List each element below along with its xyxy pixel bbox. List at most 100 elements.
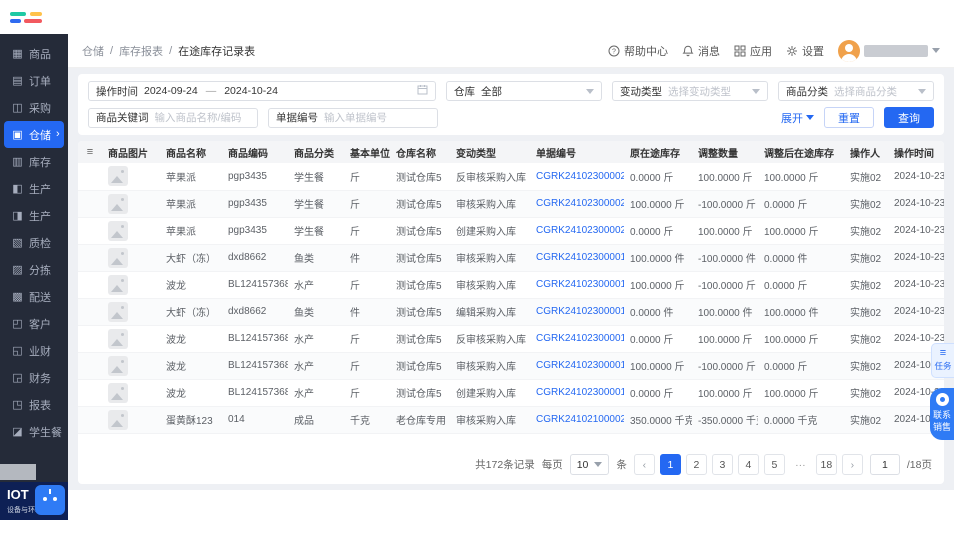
keyword-input[interactable]: 商品关键词 输入商品名称/编码	[88, 107, 258, 128]
sidebar-item-delivery[interactable]: ▩ 配送	[4, 283, 64, 310]
cell-after: 0.0000 斤	[758, 190, 844, 218]
change-type-label: 变动类型	[620, 85, 662, 98]
cell-category: 水产	[288, 325, 344, 353]
cell-operator: 实施02	[844, 325, 888, 353]
date-range-picker[interactable]: 操作时间 2024-09-24 — 2024-10-24	[88, 81, 436, 101]
table-row[interactable]: 波龙 BL124157368 水产斤测试仓库5 审核采购入库 CGRK241023000…	[78, 271, 944, 299]
pager-page-18[interactable]: 18	[815, 454, 837, 475]
sidebar-item-quality[interactable]: ▧ 质检	[4, 229, 64, 256]
pagination-bar: 共172条记录 每页 10 条 ‹ 1 2 3 4 5 ··· 18 › 1 /18页	[78, 445, 944, 484]
product-image-cell	[102, 244, 160, 272]
category-select[interactable]: 商品分类 选择商品分类	[778, 81, 934, 101]
purchase-icon: ◫	[12, 102, 23, 114]
breadcrumb-separator: /	[169, 44, 173, 57]
breadcrumb-item-inventory-reports[interactable]: 库存报表	[119, 43, 163, 59]
cell-category: 成品	[288, 406, 344, 434]
sidebar-item-orders[interactable]: ▤ 订单	[4, 67, 64, 94]
sidebar-item-warehouse[interactable]: ▣ 仓储 ›	[4, 121, 64, 148]
table-row[interactable]: 苹果派 pgp3435 学生餐斤测试仓库5 反审核采购入库 CGRK2410230000…	[78, 163, 944, 191]
doc-no-label: 单据编号	[276, 112, 318, 124]
doc-no-input[interactable]: 单据编号 输入单据编号	[268, 107, 438, 128]
cell-change_type: 审核采购入库	[450, 271, 530, 299]
sidebar-item-student-meal[interactable]: ◪ 学生餐	[4, 418, 64, 445]
table-row[interactable]: 蛋黄酥123 014 成品 千克 老仓库专用 审核采购入库 CGRK24102100002 3…	[78, 406, 944, 434]
cell-code: pgp3435	[222, 217, 288, 245]
doc-no-link[interactable]: CGRK24102300002	[536, 198, 624, 209]
cell-time: 2024-10-23 17:44	[888, 163, 944, 191]
cell-warehouse: 测试仓库5	[390, 379, 450, 407]
chevron-down-icon	[806, 115, 814, 120]
doc-no-link[interactable]: CGRK24102100002	[536, 414, 624, 425]
chevron-down-icon	[594, 462, 603, 467]
pager-page-2[interactable]: 2	[685, 454, 707, 475]
sidebar-item-goods[interactable]: ▦ 商品	[4, 40, 64, 67]
breadcrumb-item-warehouse[interactable]: 仓储	[82, 43, 104, 59]
keyword-placeholder: 输入商品名称/编码	[154, 112, 242, 124]
doc-no-link[interactable]: CGRK24102300001	[536, 306, 624, 317]
iot-section[interactable]: IOT 设备与环境	[0, 482, 68, 520]
doc-no-link[interactable]: CGRK24102300001	[536, 252, 624, 263]
sidebar-item-reports[interactable]: ◳ 报表	[4, 391, 64, 418]
table-row[interactable]: 苹果派 pgp3435 学生餐斤测试仓库5 审核采购入库 CGRK24102300002…	[78, 190, 944, 218]
cell-before: 100.0000 斤	[624, 190, 692, 218]
cell-after: 100.0000 斤	[758, 163, 844, 191]
sidebar-item-label: 客户	[29, 318, 51, 331]
sidebar-item-purchase[interactable]: ◫ 采购	[4, 94, 64, 121]
change-type-select[interactable]: 变动类型 选择变动类型	[612, 81, 768, 101]
table-row[interactable]: 苹果派 pgp3435 学生餐斤测试仓库5 创建采购入库 CGRK24102300002…	[78, 217, 944, 245]
sidebar-item-finance[interactable]: ◲ 财务	[4, 364, 64, 391]
pager-ellipsis: ···	[789, 454, 811, 475]
pager-prev-button[interactable]: ‹	[633, 454, 655, 475]
sidebar-item-production-2[interactable]: ◨ 生产	[4, 202, 64, 229]
contact-sales-float-button[interactable]: 联系销售	[930, 388, 954, 441]
sidebar-item-customer[interactable]: ◰ 客户	[4, 310, 64, 337]
expand-filters-button[interactable]: 展开	[781, 110, 814, 126]
doc-no-link[interactable]: CGRK24102300001	[536, 387, 624, 398]
cell-operator: 实施02	[844, 379, 888, 407]
query-button[interactable]: 查询	[884, 107, 934, 128]
table-row[interactable]: 波龙 BL124157368 水产斤测试仓库5 创建采购入库 CGRK241023000…	[78, 379, 944, 407]
table-row[interactable]: 大虾（冻） dxd8662 鱼类件测试仓库5 审核采购入库 CGRK2410230000…	[78, 244, 944, 272]
page-jump-input[interactable]: 1	[869, 454, 900, 475]
doc-no-link[interactable]: CGRK24102300001	[536, 279, 624, 290]
doc-no-link[interactable]: CGRK24102300002	[536, 225, 624, 236]
table-row[interactable]: 波龙 BL124157368 水产斤测试仓库5 审核采购入库 CGRK241023000…	[78, 352, 944, 380]
doc-no-link[interactable]: CGRK24102300001	[536, 360, 624, 371]
cell-operator: 实施02	[844, 163, 888, 191]
per-page-select[interactable]: 10	[569, 454, 610, 475]
reset-button[interactable]: 重置	[824, 107, 874, 128]
warehouse-select[interactable]: 仓库 全部	[446, 81, 602, 101]
table-row[interactable]: 大虾（冻） dxd8662 鱼类件测试仓库5 编辑采购入库 CGRK2410230000…	[78, 298, 944, 326]
cell-name: 波龙	[160, 325, 222, 353]
column-settings-icon[interactable]: ≡	[78, 141, 102, 163]
column-header: 变动类型	[450, 141, 530, 163]
cell-adjust: 100.0000 斤	[692, 325, 758, 353]
apps-button[interactable]: 应用	[734, 43, 772, 59]
pager-page-5[interactable]: 5	[763, 454, 785, 475]
pager-page-4[interactable]: 4	[737, 454, 759, 475]
page-jump-suffix: /18页	[906, 459, 932, 471]
sidebar-item-inventory[interactable]: ▥ 库存	[4, 148, 64, 175]
cell-before: 100.0000 件	[624, 244, 692, 272]
sidebar-item-biz-finance[interactable]: ◱ 业财	[4, 337, 64, 364]
messages-button[interactable]: 消息	[682, 43, 720, 59]
help-center-button[interactable]: ? 帮助中心	[608, 43, 668, 59]
sidebar-item-sorting[interactable]: ▨ 分拣	[4, 256, 64, 283]
product-image-placeholder	[108, 328, 128, 349]
chevron-down-icon	[586, 88, 594, 94]
settings-button[interactable]: 设置	[786, 43, 824, 59]
task-float-button[interactable]: ≡ 任务	[931, 343, 954, 378]
messages-label: 消息	[698, 45, 720, 58]
cell-before: 0.0000 斤	[624, 379, 692, 407]
user-menu[interactable]	[838, 39, 940, 62]
table-row[interactable]: 波龙 BL124157368 水产斤测试仓库5 反审核采购入库 CGRK24102300…	[78, 325, 944, 353]
pager-next-button[interactable]: ›	[841, 454, 863, 475]
doc-no-link[interactable]: CGRK24102300002	[536, 171, 624, 182]
pager-page-3[interactable]: 3	[711, 454, 733, 475]
pager-page-1[interactable]: 1	[659, 454, 681, 475]
cell-code: BL124157368	[222, 325, 288, 353]
page-header: 仓储 / 库存报表 / 在途库存记录表 ? 帮助中心 消息 应用 设置	[68, 34, 954, 68]
orders-icon: ▤	[12, 75, 23, 87]
doc-no-link[interactable]: CGRK24102300001	[536, 333, 624, 344]
sidebar-item-production-1[interactable]: ◧ 生产	[4, 175, 64, 202]
